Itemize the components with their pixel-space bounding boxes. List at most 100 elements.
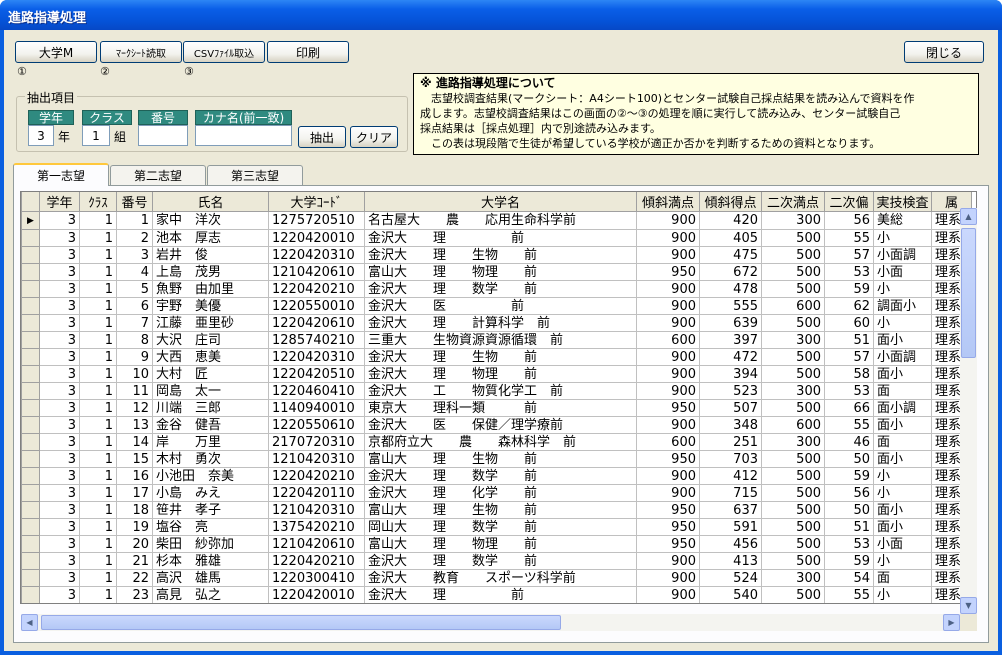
table-cell[interactable]: 5 bbox=[116, 280, 153, 298]
column-header[interactable]: 二次満点 bbox=[761, 192, 825, 212]
row-selector[interactable] bbox=[21, 586, 40, 603]
table-cell[interactable]: 小 bbox=[873, 229, 932, 247]
table-cell[interactable]: 3 bbox=[39, 211, 80, 230]
table-cell[interactable]: 4 bbox=[116, 263, 153, 281]
table-cell[interactable]: 1210420310 bbox=[268, 450, 365, 468]
table-cell[interactable]: 金沢大 理 生物 前 bbox=[364, 348, 637, 366]
table-cell[interactable]: 1 bbox=[79, 535, 117, 553]
table-cell[interactable]: 金沢大 工 物質化学工 前 bbox=[364, 382, 637, 400]
table-cell[interactable]: 600 bbox=[761, 297, 825, 315]
table-cell[interactable]: 面小 bbox=[873, 518, 932, 536]
table-cell[interactable]: 1 bbox=[79, 331, 117, 349]
table-cell[interactable]: 500 bbox=[761, 450, 825, 468]
scroll-left-icon[interactable]: ◀ bbox=[21, 614, 38, 631]
row-selector[interactable] bbox=[21, 229, 40, 247]
row-selector[interactable] bbox=[21, 399, 40, 417]
table-row[interactable]: 3 1 15 木村 勇次 1210420310 富山大 理 生物 前 950 703 500 50… bbox=[21, 450, 972, 468]
table-cell[interactable]: 555 bbox=[699, 297, 762, 315]
table-cell[interactable]: 59 bbox=[824, 467, 874, 485]
table-cell[interactable]: 2 bbox=[116, 229, 153, 247]
table-cell[interactable]: 1220460410 bbox=[268, 382, 365, 400]
table-cell[interactable]: 富山大 理 物理 前 bbox=[364, 263, 637, 281]
row-selector[interactable] bbox=[21, 569, 40, 587]
table-cell[interactable]: 1220420010 bbox=[268, 229, 365, 247]
table-cell[interactable]: 3 bbox=[39, 314, 80, 332]
table-cell[interactable]: 1 bbox=[79, 297, 117, 315]
table-cell[interactable]: 面 bbox=[873, 569, 932, 587]
row-selector[interactable] bbox=[21, 467, 40, 485]
clear-button[interactable]: クリア bbox=[350, 126, 398, 148]
table-cell[interactable]: 348 bbox=[699, 416, 762, 434]
table-cell[interactable]: 小面 bbox=[873, 535, 932, 553]
table-cell[interactable]: 478 bbox=[699, 280, 762, 298]
table-row[interactable]: 3 1 19 塩谷 亮 1375420210 岡山大 理 数学 前 950 591 500 51 面… bbox=[21, 518, 972, 536]
table-cell[interactable]: 大西 恵美 bbox=[152, 348, 269, 366]
table-cell[interactable]: 9 bbox=[116, 348, 153, 366]
row-selector[interactable] bbox=[21, 365, 40, 383]
table-cell[interactable]: 600 bbox=[636, 331, 700, 349]
table-cell[interactable]: 10 bbox=[116, 365, 153, 383]
table-row[interactable]: 3 1 23 高見 弘之 1220420010 金沢大 理 前 900 540 500 55 小理系 bbox=[21, 586, 972, 603]
row-selector[interactable] bbox=[21, 263, 40, 281]
table-cell[interactable]: 金沢大 理 数学 前 bbox=[364, 552, 637, 570]
table-cell[interactable]: 500 bbox=[761, 229, 825, 247]
table-cell[interactable]: 面小 bbox=[873, 501, 932, 519]
table-cell[interactable]: 調面小 bbox=[873, 297, 932, 315]
table-cell[interactable]: 600 bbox=[636, 433, 700, 451]
table-cell[interactable]: 413 bbox=[699, 552, 762, 570]
table-row[interactable]: 3 1 2 池本 厚志 1220420010 金沢大 理 前 900 405 500 55 小理系 bbox=[21, 229, 972, 247]
table-cell[interactable]: 3 bbox=[39, 365, 80, 383]
table-cell[interactable]: 金沢大 理 前 bbox=[364, 586, 637, 603]
table-cell[interactable]: 500 bbox=[761, 399, 825, 417]
table-cell[interactable]: 3 bbox=[39, 382, 80, 400]
table-cell[interactable]: 1140940010 bbox=[268, 399, 365, 417]
table-cell[interactable]: 1 bbox=[79, 501, 117, 519]
table-cell[interactable]: 17 bbox=[116, 484, 153, 502]
table-row[interactable]: 3 1 16 小池田 奈美 1220420210 金沢大 理 数学 前 900 412 500 5… bbox=[21, 467, 972, 485]
table-cell[interactable]: 900 bbox=[636, 484, 700, 502]
table-cell[interactable]: 715 bbox=[699, 484, 762, 502]
table-cell[interactable]: 1285740210 bbox=[268, 331, 365, 349]
table-row[interactable]: 3124田中 未来1220010110金沢大 文 人間 前90045330052… bbox=[22, 604, 972, 605]
table-cell[interactable]: 1 bbox=[79, 586, 117, 603]
table-cell[interactable]: 950 bbox=[636, 263, 700, 281]
table-cell[interactable]: 13 bbox=[116, 416, 153, 434]
table-cell[interactable]: 3 bbox=[39, 297, 80, 315]
table-cell[interactable]: 600 bbox=[761, 416, 825, 434]
column-header[interactable]: 大学名 bbox=[364, 192, 637, 212]
table-cell[interactable]: 川端 三郎 bbox=[152, 399, 269, 417]
table-cell[interactable]: 900 bbox=[636, 348, 700, 366]
table-cell[interactable]: 1 bbox=[79, 450, 117, 468]
table-cell[interactable]: 500 bbox=[761, 484, 825, 502]
table-cell[interactable]: 3 bbox=[39, 331, 80, 349]
column-header[interactable]: 二次偏 bbox=[824, 192, 874, 212]
table-cell[interactable]: 523 bbox=[699, 382, 762, 400]
table-cell[interactable]: 453 bbox=[700, 604, 762, 605]
row-selector[interactable] bbox=[21, 450, 40, 468]
table-cell[interactable]: 8 bbox=[116, 331, 153, 349]
table-cell[interactable]: 58 bbox=[824, 365, 874, 383]
table-cell[interactable]: 1275720510 bbox=[268, 211, 365, 230]
table-cell[interactable]: 1220420210 bbox=[268, 280, 365, 298]
table-row[interactable]: 3 1 4 上島 茂男 1210420610 富山大 理 物理 前 950 672 500 53 小… bbox=[21, 263, 972, 281]
row-selector[interactable] bbox=[21, 314, 40, 332]
table-cell[interactable]: 3 bbox=[39, 450, 80, 468]
table-cell[interactable]: 1 bbox=[79, 569, 117, 587]
table-row[interactable]: 3 1 10 大村 匠 1220420510 金沢大 理 物理 前 900 394 500 58 面… bbox=[21, 365, 972, 383]
table-cell[interactable]: 500 bbox=[761, 246, 825, 264]
scroll-up-icon[interactable]: ▲ bbox=[960, 208, 977, 225]
table-cell[interactable]: 3 bbox=[39, 433, 80, 451]
row-selector[interactable] bbox=[21, 297, 40, 315]
table-cell[interactable]: 500 bbox=[761, 467, 825, 485]
column-header[interactable]: 傾斜満点 bbox=[636, 192, 700, 212]
column-header[interactable]: 番号 bbox=[116, 192, 153, 212]
table-cell[interactable]: 950 bbox=[636, 518, 700, 536]
table-cell[interactable]: 小 bbox=[873, 280, 932, 298]
table-cell[interactable]: 60 bbox=[824, 314, 874, 332]
row-selector[interactable] bbox=[21, 501, 40, 519]
table-row[interactable]: 3 1 6 宇野 美優 1220550010 金沢大 医 前 900 555 600 62 調面小理… bbox=[21, 297, 972, 315]
table-cell[interactable]: 1220420210 bbox=[268, 467, 365, 485]
table-cell[interactable]: 1 bbox=[79, 382, 117, 400]
row-selector[interactable] bbox=[21, 535, 40, 553]
table-row[interactable]: 3 1 3 岩井 俊 1220420310 金沢大 理 生物 前 900 475 500 57 小面… bbox=[21, 246, 972, 264]
